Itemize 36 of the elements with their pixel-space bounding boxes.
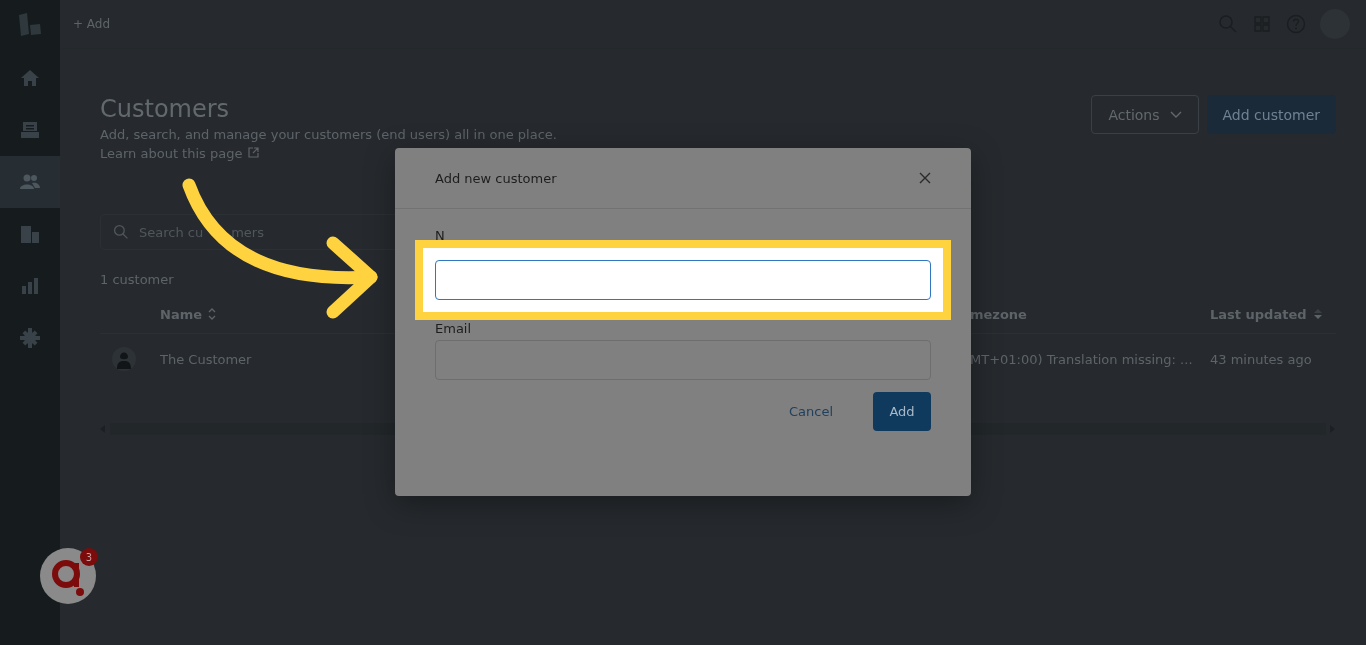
dialog-title: Add new customer	[435, 170, 557, 186]
person-avatar-icon	[112, 347, 136, 371]
learn-link[interactable]: Learn about this page	[100, 146, 243, 161]
add-button[interactable]: Add	[873, 392, 931, 431]
page-description: Add, search, and manage your customers (end users) all in one place.	[100, 127, 557, 142]
table-cell: MT+01:00) Translation missing: ...	[970, 351, 1193, 367]
home-icon	[20, 68, 40, 88]
notification-badge: 3	[80, 548, 98, 566]
sort-descending-icon[interactable]	[1312, 308, 1323, 320]
field-label: N	[435, 229, 446, 243]
close-icon[interactable]	[917, 170, 933, 186]
external-link-icon[interactable]	[247, 147, 259, 158]
add-customer-button[interactable]: Add customer	[1206, 95, 1336, 134]
actions-button[interactable]: Actions	[1091, 95, 1199, 134]
field-label: Email	[435, 322, 473, 336]
cancel-button[interactable]: Cancel	[782, 392, 839, 431]
column-header[interactable]: Name	[160, 306, 202, 322]
table-cell: The Customer	[160, 351, 252, 367]
customer-count: 1 customer	[100, 272, 174, 287]
search-icon	[113, 224, 129, 240]
gear-icon	[20, 328, 40, 348]
chart-icon	[20, 276, 40, 296]
sort-icon[interactable]	[208, 308, 216, 320]
add-menu[interactable]: + Add	[73, 17, 1218, 31]
sidebar-item[interactable]	[0, 156, 60, 208]
building-icon	[20, 224, 40, 244]
assistant-logo-icon[interactable]	[40, 548, 96, 604]
book-icon	[20, 120, 40, 140]
page-title: Customers	[100, 95, 231, 123]
column-header[interactable]: mezone	[970, 306, 1027, 322]
column-header[interactable]: Last updated	[1210, 306, 1307, 322]
input-field[interactable]	[435, 260, 931, 300]
logo-icon[interactable]	[17, 12, 43, 38]
people-icon	[20, 172, 40, 192]
chevron-down-icon	[1169, 110, 1182, 119]
table-cell: 43 minutes ago	[1210, 351, 1312, 367]
